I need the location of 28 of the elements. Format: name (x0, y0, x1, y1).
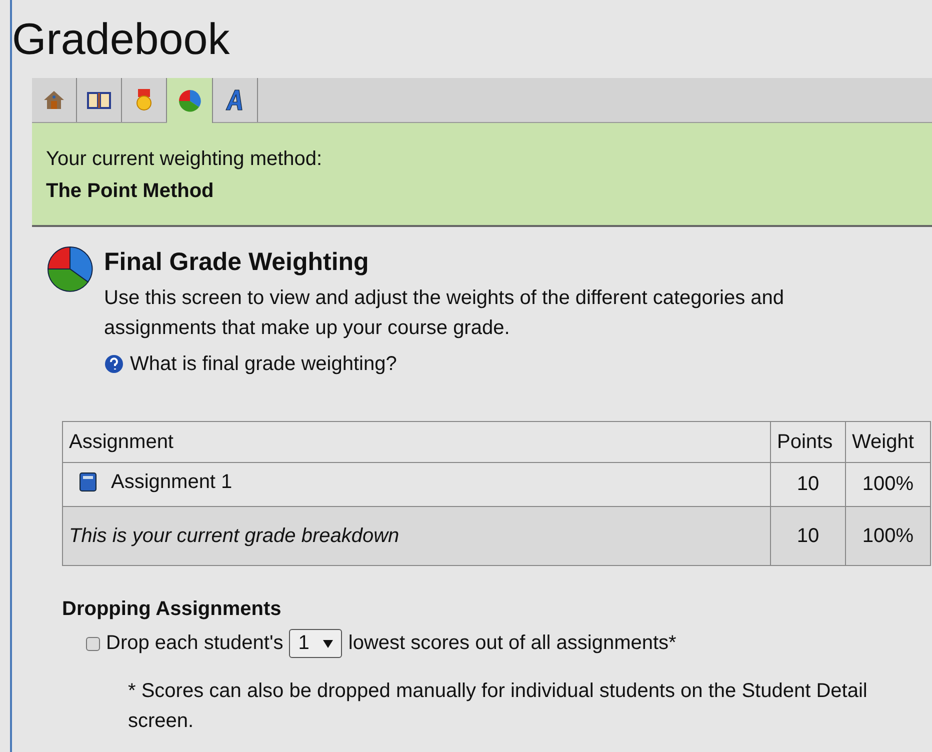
checkbox[interactable] (86, 636, 100, 650)
footnote: * Scores can also be dropped manually for individual students on the Student Detail screen. (128, 679, 868, 734)
section-description: Use this screen to view and adjust the weights of the different categories and assignments that make up your course grade. (104, 286, 786, 341)
help-link[interactable]: What is final grade weighting? (104, 349, 397, 379)
banner-label: Your current weighting method: (46, 147, 324, 172)
pie-chart-icon (46, 245, 94, 293)
help-icon (104, 354, 124, 374)
column-header: Assignment (62, 422, 770, 462)
column-header: Points (770, 422, 846, 462)
table-cell: 10 (770, 506, 846, 566)
table-cell: This is your current grade breakdown (62, 506, 770, 566)
caret-icon (323, 640, 334, 648)
drop-label: Drop each student's (106, 632, 284, 655)
weighting-method: The Point Method (46, 179, 215, 204)
page-title: Gradebook (12, 14, 231, 66)
pie-chart-icon (178, 88, 202, 112)
section-heading: Dropping Assignments (62, 598, 282, 621)
table-cell: 100% (846, 506, 930, 566)
book-icon (79, 472, 97, 492)
medal-icon (135, 88, 153, 112)
book-icon (87, 90, 111, 110)
section-heading: Final Grade Weighting (104, 247, 370, 278)
drop-label: lowest scores out of all assignments* (348, 632, 676, 655)
tab[interactable] (167, 78, 213, 123)
count-dropdown[interactable]: 1 (289, 629, 342, 658)
assignment-name: Assignment 1 (111, 470, 232, 494)
column-header: Weight (846, 422, 930, 462)
house-icon (43, 89, 65, 111)
